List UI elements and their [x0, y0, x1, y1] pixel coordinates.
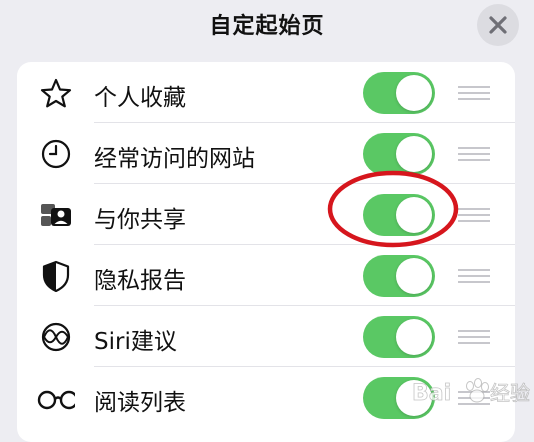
list-item-frequently-visited: 经常访问的网站 [17, 123, 515, 184]
list-item-siri-suggestions: Siri建议 [17, 306, 515, 367]
shield-icon [42, 260, 70, 292]
toggle-favorites[interactable] [363, 72, 435, 114]
row-label: 阅读列表 [94, 390, 186, 416]
list-item-privacy-report: 隐私报告 [17, 245, 515, 306]
baidu-watermark: Bai 经验 [410, 372, 534, 412]
row-label: 个人收藏 [94, 85, 186, 111]
reorder-handle-icon[interactable] [458, 267, 490, 285]
row-label: 与你共享 [94, 207, 186, 233]
close-icon [489, 16, 507, 34]
baidu-paw-logo-icon: Bai 经验 [412, 378, 530, 406]
toggle-privacy-report[interactable] [363, 255, 435, 297]
shared-with-you-icon [41, 204, 71, 226]
list-item-favorites: 个人收藏 [17, 62, 515, 123]
star-icon [40, 78, 72, 108]
glasses-icon [37, 390, 75, 410]
reorder-handle-icon[interactable] [458, 328, 490, 346]
svg-text:Bai: Bai [412, 381, 451, 406]
reorder-handle-icon[interactable] [458, 84, 490, 102]
clock-icon [41, 139, 71, 169]
row-label: Siri建议 [94, 329, 177, 355]
row-label: 隐私报告 [94, 268, 186, 294]
toggle-siri-suggestions[interactable] [363, 316, 435, 358]
toggle-shared-with-you[interactable] [363, 194, 435, 236]
svg-text:经验: 经验 [490, 381, 530, 405]
page-title: 自定起始页 [209, 14, 325, 39]
reorder-handle-icon[interactable] [458, 206, 490, 224]
close-button[interactable] [477, 4, 519, 46]
siri-icon [41, 322, 71, 352]
row-label: 经常访问的网站 [94, 146, 255, 172]
reorder-handle-icon[interactable] [458, 145, 490, 163]
list-item-shared-with-you: 与你共享 [17, 184, 515, 245]
toggle-frequently-visited[interactable] [363, 133, 435, 175]
